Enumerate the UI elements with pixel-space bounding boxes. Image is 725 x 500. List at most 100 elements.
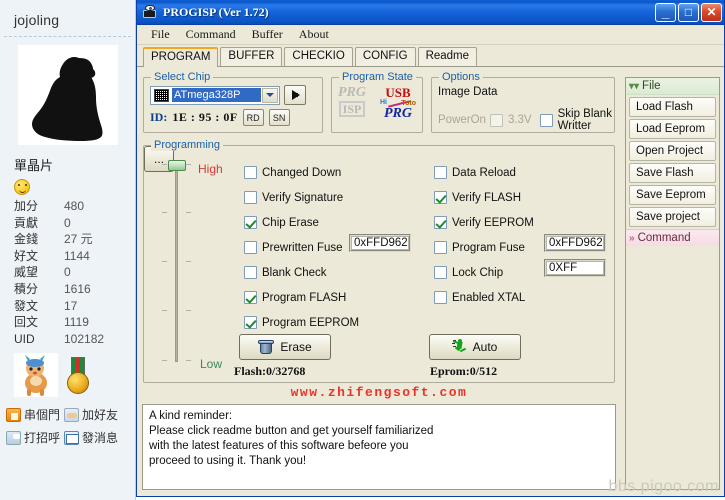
forum-sidebar: jojoling 單晶片 加分 480 貢獻 0 金錢 27 元 好文 1144 威望 0…: [0, 0, 136, 500]
prg-isp-bottom: ISP: [338, 101, 366, 117]
save-eeprom-button[interactable]: Save Eeprom: [629, 185, 716, 205]
option-program-flash[interactable]: Program FLASH: [244, 285, 404, 310]
option-program-eeprom[interactable]: Program EEPROM: [244, 310, 404, 335]
option-enabled-xtal[interactable]: Enabled XTAL: [434, 285, 604, 310]
side-dock: ▾▾ File Load Flash Load Eeprom Open Proj…: [625, 77, 720, 490]
program-eeprom-checkbox[interactable]: [244, 316, 257, 329]
reminder-line-4: proceed to using it. Thank you!: [149, 455, 307, 467]
program-fuse-checkbox[interactable]: [434, 241, 447, 254]
reminder-textarea[interactable]: A kind reminder: Please click readme but…: [142, 404, 616, 490]
verify-flash-checkbox[interactable]: [434, 191, 447, 204]
verify-eeprom-checkbox[interactable]: [434, 216, 447, 229]
go-button[interactable]: [284, 85, 306, 105]
link-greet[interactable]: 打招呼: [6, 429, 60, 446]
prg-isp-logo-icon: PRG ISP: [338, 86, 366, 117]
auto-button[interactable]: Auto: [429, 334, 521, 360]
slider-high-label: High: [198, 162, 223, 176]
data-reload-checkbox[interactable]: [434, 166, 447, 179]
link-add-friend[interactable]: 加好友: [64, 406, 118, 423]
tab-checkio[interactable]: CHECKIO: [284, 47, 353, 66]
stat-value: 480: [64, 199, 85, 213]
handshake-icon: [64, 407, 80, 422]
verify-signature-checkbox[interactable]: [244, 191, 257, 204]
divider: [4, 36, 131, 37]
programming-group: Programming High Low Changed Down Verify…: [143, 139, 615, 383]
select-chip-group: Select Chip ATmega328P ID: 1E : 95 : 0F …: [143, 71, 323, 133]
forum-stats: 加分 480 貢獻 0 金錢 27 元 好文 1144 威望 0 積分 1616 發文 17 …: [0, 198, 135, 347]
auto-button-label: Auto: [472, 340, 498, 354]
save-flash-button[interactable]: Save Flash: [629, 163, 716, 183]
option-data-reload[interactable]: Data Reload: [434, 160, 604, 185]
stat-value: 1119: [64, 315, 89, 330]
slider-thumb[interactable]: [168, 160, 186, 171]
option-blank-check[interactable]: Blank Check: [244, 260, 404, 285]
stat-row: 回文 1119: [14, 314, 135, 331]
changed-down-checkbox[interactable]: [244, 166, 257, 179]
read-id-button[interactable]: RD: [242, 109, 264, 126]
open-project-button[interactable]: Open Project: [629, 141, 716, 161]
prewritten-fuse-input[interactable]: 0xFFD962: [349, 234, 411, 252]
program-flash-label: Program FLASH: [262, 291, 347, 304]
lock-chip-input[interactable]: 0XFF: [544, 259, 606, 277]
prewritten-fuse-checkbox[interactable]: [244, 241, 257, 254]
option-chip-erase[interactable]: Chip Erase: [244, 210, 404, 235]
stat-value: 27 元: [64, 232, 93, 247]
option-changed-down[interactable]: Changed Down: [244, 160, 404, 185]
voltage-checkbox[interactable]: [489, 113, 503, 127]
deer-svg: [25, 355, 47, 397]
erase-button[interactable]: Erase: [239, 334, 331, 360]
tab-config[interactable]: CONFIG: [354, 47, 416, 66]
serial-number-button[interactable]: SN: [268, 109, 290, 126]
close-button[interactable]: ✕: [701, 2, 722, 22]
option-verify-eeprom[interactable]: Verify EEPROM: [434, 210, 604, 235]
menu-file[interactable]: File: [143, 25, 178, 44]
link-message[interactable]: 發消息: [64, 429, 118, 446]
dock-command-header[interactable]: » Command: [626, 229, 719, 246]
link-visit[interactable]: 串個門: [6, 406, 60, 423]
program-flash-checkbox[interactable]: [244, 291, 257, 304]
dock-file-header[interactable]: ▾▾ File: [626, 78, 719, 95]
chip-erase-label: Chip Erase: [262, 216, 319, 229]
speed-slider[interactable]: [158, 158, 196, 366]
stat-label: 回文: [14, 315, 39, 330]
tab-program[interactable]: PROGRAM: [143, 47, 219, 67]
dock-file-label: File: [642, 80, 661, 92]
maximize-button[interactable]: □: [678, 2, 699, 22]
watermark: bbs.pigoo.com: [608, 478, 719, 495]
verify-eeprom-label: Verify EEPROM: [452, 216, 534, 229]
save-project-button[interactable]: Save project: [629, 207, 716, 227]
window-titlebar[interactable]: PROGISP (Ver 1.72) _ □ ✕: [137, 0, 724, 25]
menu-buffer[interactable]: Buffer: [244, 25, 291, 44]
smiley-icon: [14, 179, 30, 195]
skip-blank-checkbox[interactable]: [539, 113, 553, 127]
changed-down-label: Changed Down: [262, 166, 342, 179]
tab-strip: PROGRAM BUFFER CHECKIO CONFIG Readme: [137, 45, 724, 67]
tab-readme[interactable]: Readme: [417, 47, 478, 66]
tab-buffer[interactable]: BUFFER: [220, 47, 283, 66]
voltage-checkbox-row[interactable]: 3.3V: [489, 113, 532, 127]
stat-label: 好文: [14, 248, 39, 263]
enabled-xtal-checkbox[interactable]: [434, 291, 447, 304]
prg-isp-top: PRG: [338, 85, 366, 100]
program-fuse-input[interactable]: 0xFFD962: [544, 234, 606, 252]
stat-label: 威望: [14, 265, 39, 280]
option-verify-signature[interactable]: Verify Signature: [244, 185, 404, 210]
load-flash-button[interactable]: Load Flash: [629, 97, 716, 117]
chip-erase-checkbox[interactable]: [244, 216, 257, 229]
chevron-down-icon[interactable]: [262, 87, 278, 103]
load-eeprom-button[interactable]: Load Eeprom: [629, 119, 716, 139]
brand-url: www.zhifengsoft.com: [290, 385, 468, 400]
minimize-icon: _: [661, 3, 670, 20]
menu-command[interactable]: Command: [178, 25, 244, 44]
forum-username: jojoling: [14, 12, 60, 28]
blank-check-checkbox[interactable]: [244, 266, 257, 279]
menu-about[interactable]: About: [291, 25, 337, 44]
options-row: PowerOn 3.3V Skip Blank Writter: [438, 108, 614, 132]
lock-chip-checkbox[interactable]: [434, 266, 447, 279]
forum-medals: [0, 347, 135, 401]
minimize-button[interactable]: _: [655, 2, 676, 22]
voltage-label: 3.3V: [507, 114, 532, 126]
chip-combobox[interactable]: ATmega328P: [150, 85, 280, 105]
option-verify-flash[interactable]: Verify FLASH: [434, 185, 604, 210]
skip-blank-checkbox-row[interactable]: Skip Blank Writter: [539, 108, 614, 132]
